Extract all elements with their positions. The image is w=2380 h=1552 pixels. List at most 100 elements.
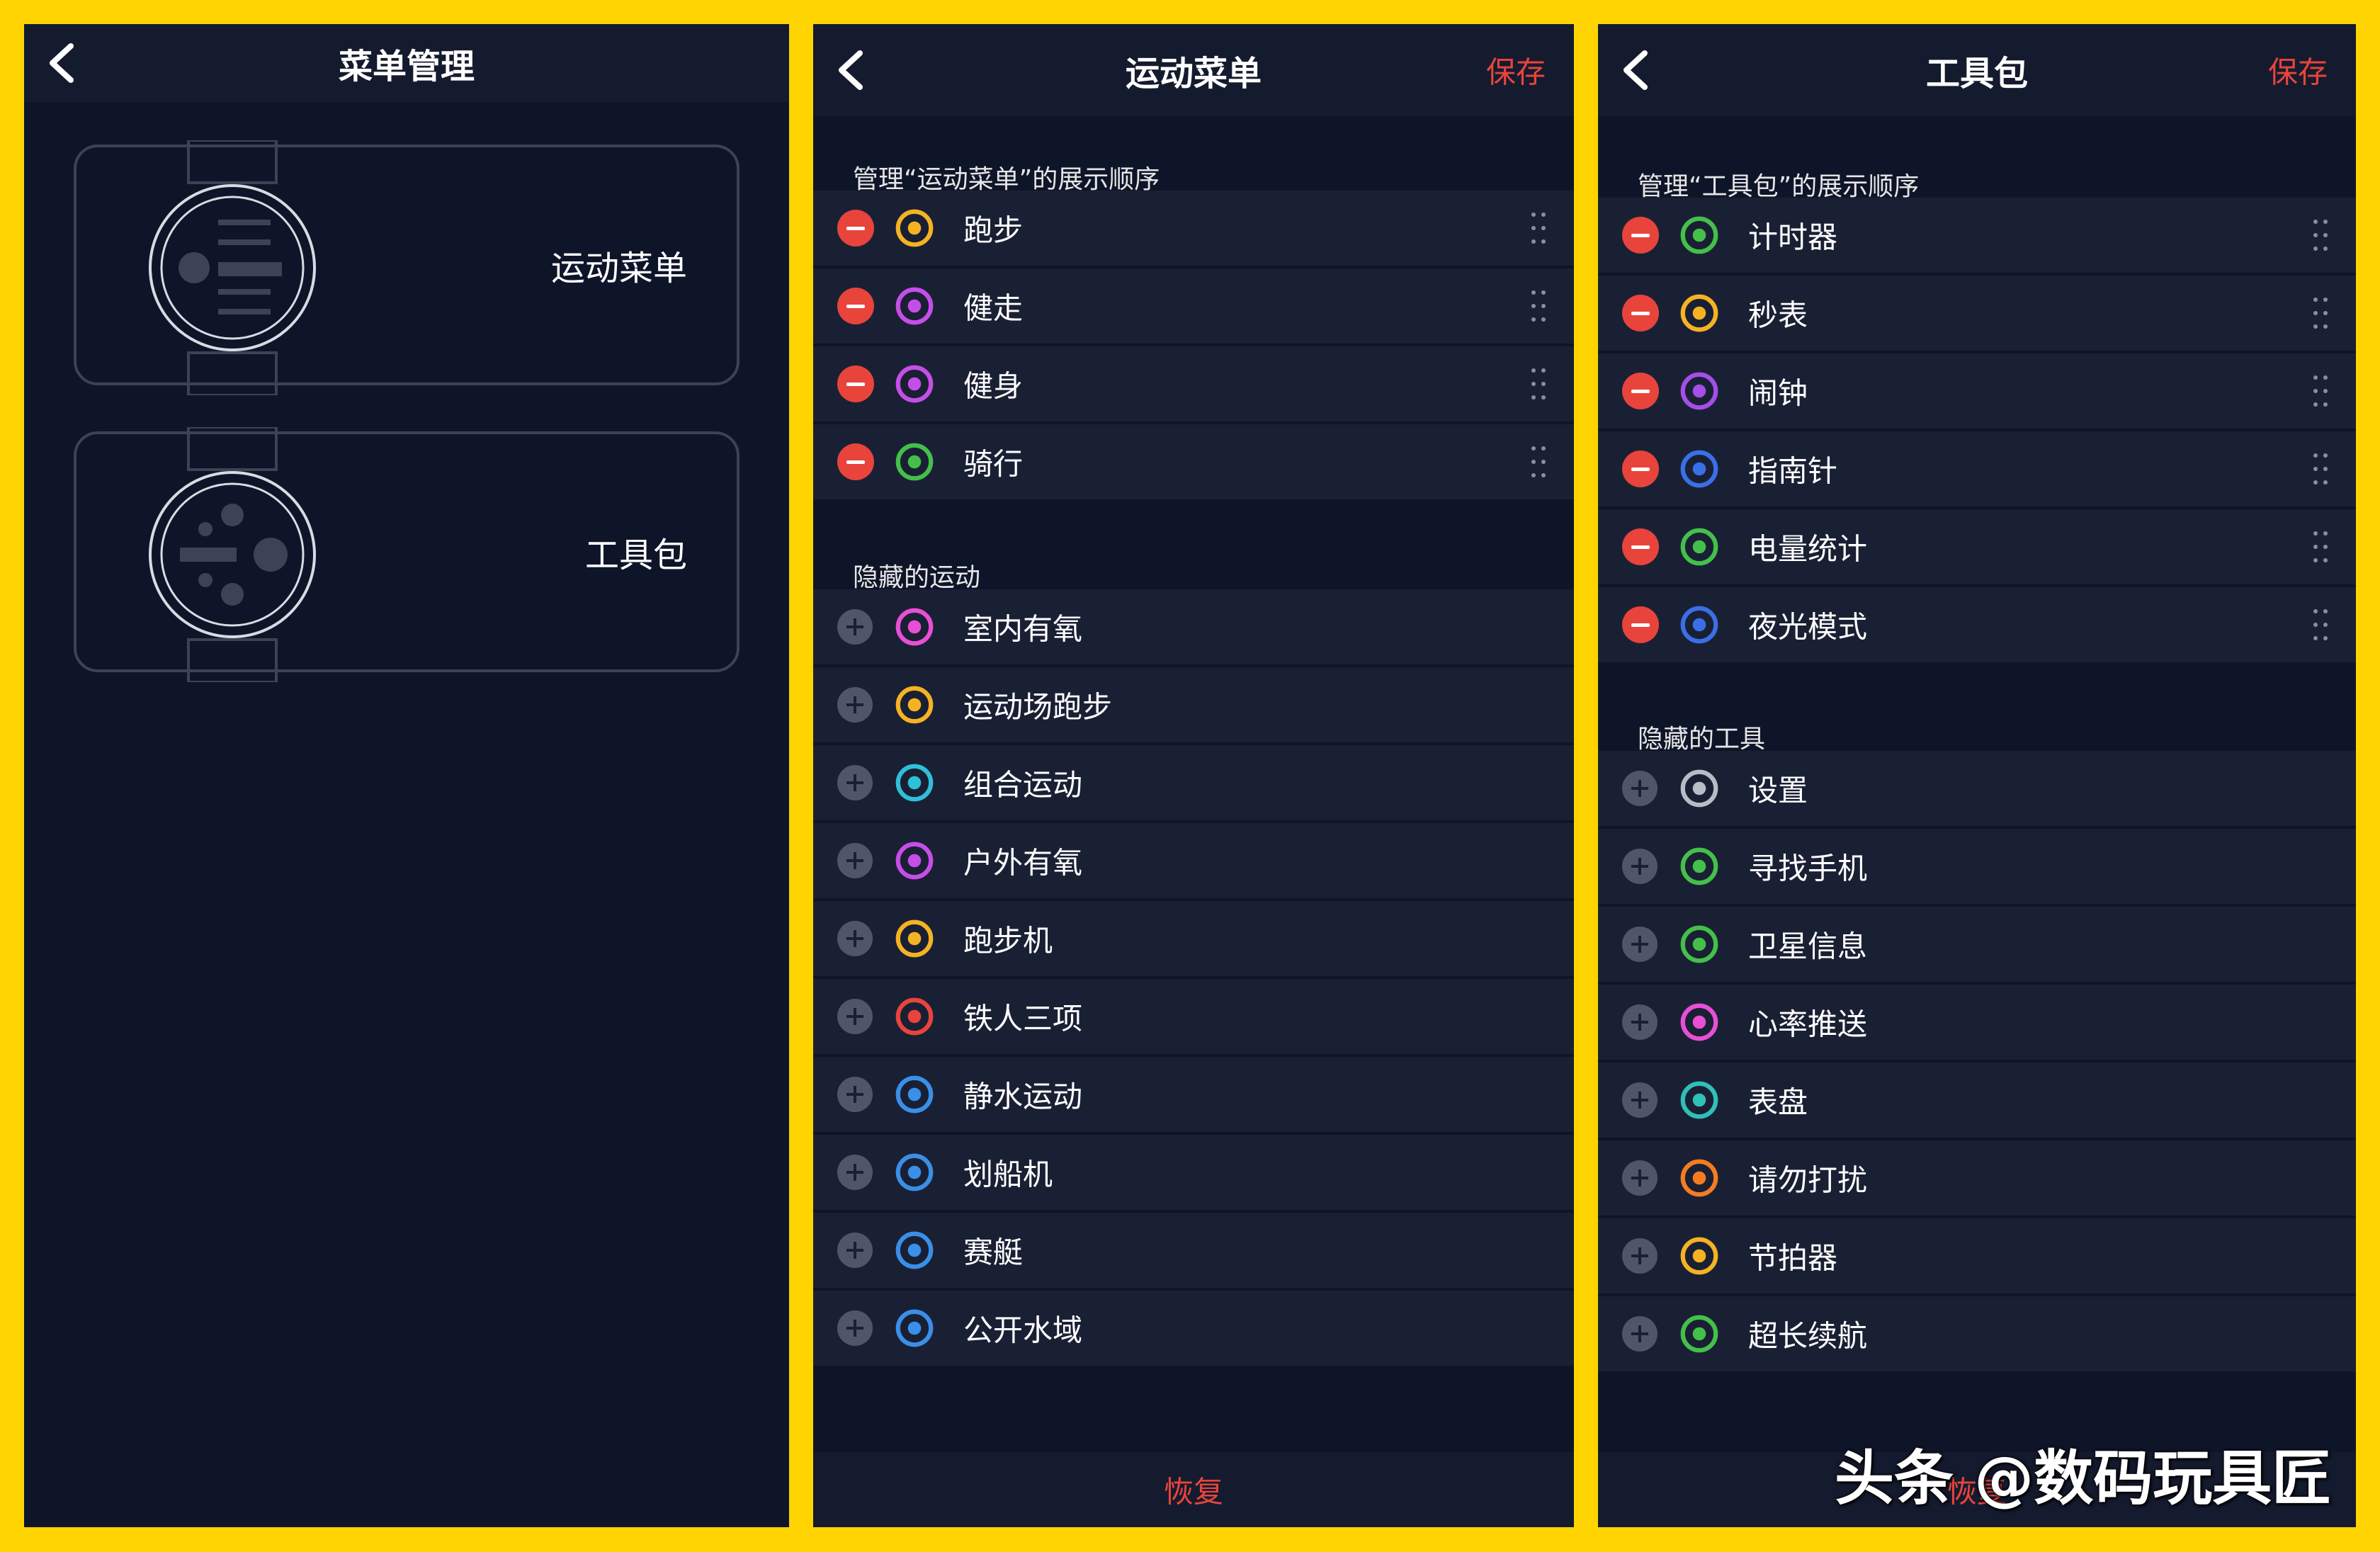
remove-button[interactable]	[837, 443, 874, 480]
toolkit-card[interactable]: 工具包	[74, 427, 740, 682]
item-label: 闹钟	[1748, 375, 1808, 411]
list-item[interactable]: 静水运动	[813, 1057, 1574, 1132]
item-label: 秒表	[1748, 298, 1808, 333]
drag-handle-icon[interactable]	[2313, 298, 2329, 329]
drag-handle-icon[interactable]	[1531, 446, 1547, 477]
drag-handle-icon[interactable]	[2313, 220, 2329, 251]
add-button[interactable]	[837, 1233, 873, 1268]
item-label: 骑行	[963, 446, 1024, 482]
list-item[interactable]: 健走	[813, 268, 1574, 344]
do-not-disturb-icon	[1677, 1156, 1721, 1200]
remove-button[interactable]	[1622, 528, 1659, 565]
list-item[interactable]: 节拍器	[1598, 1218, 2356, 1293]
sport-menu-card[interactable]: 运动菜单	[74, 140, 740, 395]
drag-handle-icon[interactable]	[1531, 368, 1547, 400]
list-item[interactable]: 超长续航	[1598, 1296, 2356, 1371]
list-item[interactable]: 表盘	[1598, 1063, 2356, 1138]
open-water-icon	[892, 1306, 936, 1350]
list-item[interactable]: 指南针	[1598, 431, 2356, 506]
list-item[interactable]: 卫星信息	[1598, 907, 2356, 982]
list-item[interactable]: 铁人三项	[813, 979, 1574, 1054]
list-item[interactable]: 室内有氧	[813, 589, 1574, 664]
item-label: 划船机	[963, 1157, 1053, 1192]
item-label: 运动场跑步	[963, 689, 1113, 725]
list-item[interactable]: 划船机	[813, 1135, 1574, 1210]
drag-handle-icon[interactable]	[1531, 290, 1547, 322]
list-item[interactable]: 公开水域	[813, 1291, 1574, 1366]
combo-sport-icon	[892, 761, 936, 805]
add-button[interactable]	[1622, 1004, 1658, 1040]
item-label: 组合运动	[963, 767, 1083, 803]
indoor-aerobic-icon	[892, 605, 936, 649]
drag-handle-icon[interactable]	[1531, 213, 1547, 244]
add-button[interactable]	[1622, 1160, 1658, 1196]
add-button[interactable]	[837, 999, 873, 1034]
rowing-boat-icon	[892, 1228, 936, 1272]
night-mode-icon	[1677, 603, 1721, 647]
add-button[interactable]	[1622, 849, 1658, 884]
item-label: 健身	[963, 368, 1024, 404]
remove-button[interactable]	[1622, 217, 1659, 254]
add-button[interactable]	[1622, 1316, 1658, 1352]
list-item[interactable]: 运动场跑步	[813, 667, 1574, 742]
drag-handle-icon[interactable]	[2313, 609, 2329, 640]
item-label: 表盘	[1748, 1084, 1808, 1120]
remove-button[interactable]	[837, 210, 874, 247]
toolkit-panel: 工具包 保存 管理“工具包”的展示顺序 计时器 秒表 闹钟 指南针 电量统计 夜光模式 隐…	[1598, 24, 2356, 1527]
add-button[interactable]	[1622, 927, 1658, 962]
remove-button[interactable]	[1622, 295, 1659, 332]
list-item[interactable]: 心率推送	[1598, 985, 2356, 1060]
item-label: 铁人三项	[963, 1001, 1083, 1036]
list-item[interactable]: 赛艇	[813, 1213, 1574, 1288]
list-item[interactable]: 计时器	[1598, 198, 2356, 273]
menu-management-panel: 菜单管理 运动菜单 工具包	[24, 24, 789, 1527]
add-button[interactable]	[837, 609, 873, 645]
add-button[interactable]	[837, 765, 873, 800]
add-button[interactable]	[1622, 771, 1658, 806]
remove-button[interactable]	[837, 288, 874, 324]
list-item[interactable]: 跑步机	[813, 901, 1574, 976]
item-label: 公开水域	[963, 1313, 1083, 1348]
add-button[interactable]	[837, 1155, 873, 1190]
still-water-icon	[892, 1072, 936, 1116]
remove-button[interactable]	[1622, 606, 1659, 643]
item-label: 指南针	[1748, 453, 1838, 489]
add-button[interactable]	[1622, 1082, 1658, 1118]
find-phone-icon	[1677, 844, 1721, 888]
add-button[interactable]	[837, 921, 873, 956]
drag-handle-icon[interactable]	[2313, 453, 2329, 485]
drag-handle-icon[interactable]	[2313, 531, 2329, 562]
list-item[interactable]: 寻找手机	[1598, 829, 2356, 904]
add-button[interactable]	[837, 1310, 873, 1346]
add-button[interactable]	[837, 843, 873, 878]
list-item[interactable]: 跑步	[813, 191, 1574, 266]
list-item[interactable]: 请勿打扰	[1598, 1140, 2356, 1216]
item-label: 心率推送	[1748, 1007, 1868, 1042]
list-item[interactable]: 设置	[1598, 751, 2356, 826]
list-item[interactable]: 健身	[813, 346, 1574, 421]
fitness-icon	[892, 362, 936, 406]
list-item[interactable]: 骑行	[813, 424, 1574, 499]
rowing-machine-icon	[892, 1150, 936, 1194]
list-item[interactable]: 闹钟	[1598, 353, 2356, 429]
add-button[interactable]	[1622, 1238, 1658, 1274]
remove-button[interactable]	[837, 366, 874, 402]
list-item[interactable]: 夜光模式	[1598, 587, 2356, 662]
remove-button[interactable]	[1622, 373, 1659, 409]
list-item[interactable]: 秒表	[1598, 276, 2356, 351]
watermark: 头条 @数码玩具匠	[1835, 1444, 2332, 1513]
list-item[interactable]: 组合运动	[813, 745, 1574, 820]
drag-handle-icon[interactable]	[2313, 375, 2329, 407]
add-button[interactable]	[837, 1077, 873, 1112]
track-running-icon	[892, 683, 936, 727]
list-item[interactable]: 户外有氧	[813, 823, 1574, 898]
long-battery-icon	[1677, 1312, 1721, 1356]
page-title: 工具包	[1925, 54, 2028, 94]
save-button[interactable]: 保存	[1486, 49, 1546, 92]
page-title: 运动菜单	[1125, 54, 1262, 94]
restore-button[interactable]: 恢复	[813, 1468, 1574, 1512]
list-item[interactable]: 电量统计	[1598, 509, 2356, 584]
add-button[interactable]	[837, 687, 873, 723]
save-button[interactable]: 保存	[2268, 49, 2328, 92]
remove-button[interactable]	[1622, 451, 1659, 487]
